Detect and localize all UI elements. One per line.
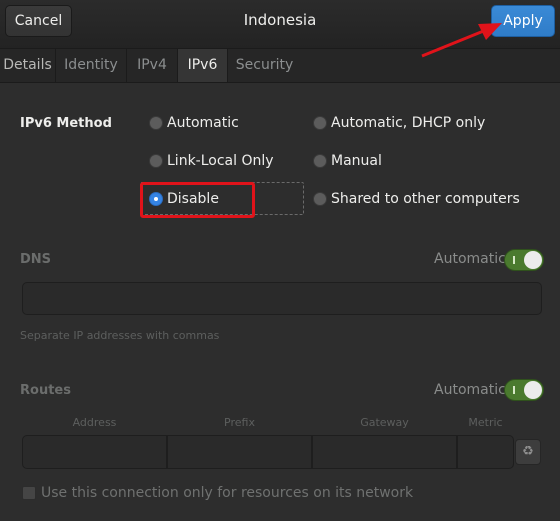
annotation-arrow-icon	[421, 23, 502, 58]
